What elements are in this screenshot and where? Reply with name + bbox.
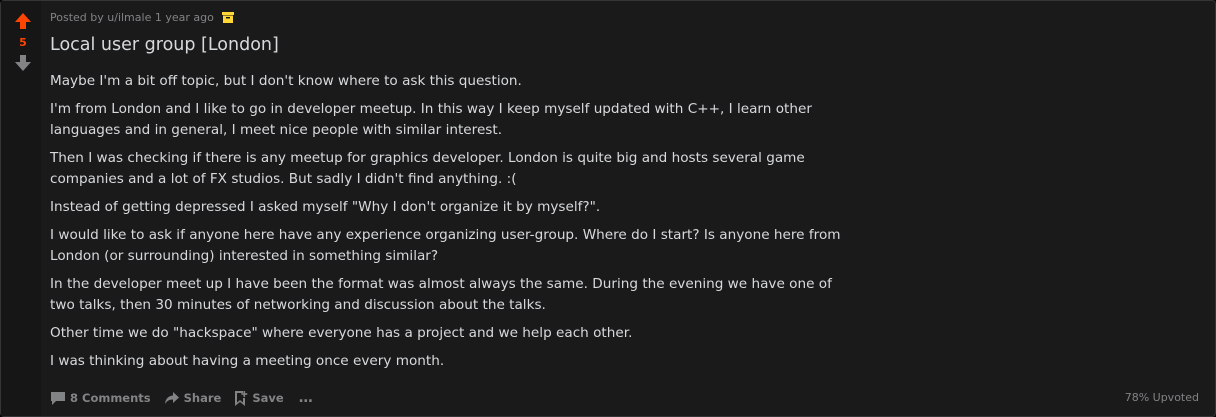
post-paragraph: Other time we do "hackspace" where every…: [50, 325, 633, 341]
archive-icon: [222, 12, 235, 23]
share-label: Share: [183, 391, 222, 405]
post-body: Maybe I'm a bit off topic, but I don't k…: [50, 71, 860, 379]
upvote-ratio: 78% Upvoted: [1124, 391, 1199, 404]
save-button[interactable]: Save: [234, 390, 284, 406]
author-link[interactable]: u/ilmale: [107, 11, 151, 24]
post-paragraph: I was thinking about having a meeting on…: [50, 353, 445, 369]
post-meta: Posted by u/ilmale 1 year ago: [50, 11, 235, 24]
downvote-arrow-icon[interactable]: [13, 53, 33, 73]
post-title[interactable]: Local user group [London]: [50, 35, 279, 55]
share-icon: [164, 392, 179, 404]
posted-by-label: Posted by: [50, 11, 104, 24]
more-options-button[interactable]: …: [299, 390, 314, 406]
post-paragraph: I'm from London and I like to go in deve…: [50, 101, 812, 138]
post-paragraph: Instead of getting depressed I asked mys…: [50, 199, 601, 215]
comments-label: 8 Comments: [70, 391, 151, 405]
upvote-arrow-icon[interactable]: [13, 11, 33, 31]
comment-icon: [51, 392, 65, 405]
comments-button[interactable]: 8 Comments: [50, 390, 151, 406]
more-options-icon: …: [298, 390, 314, 406]
vote-count: 5: [19, 36, 27, 49]
save-label: Save: [252, 391, 284, 405]
bookmark-plus-icon: [235, 391, 248, 406]
share-button[interactable]: Share: [164, 390, 222, 406]
post-actions: 8 Comments Share Save …: [50, 389, 314, 407]
post-paragraph: Then I was checking if there is any meet…: [50, 150, 805, 187]
post-age: 1 year ago: [154, 11, 214, 24]
post-paragraph: In the developer meet up I have been the…: [50, 276, 832, 313]
post-paragraph: I would like to ask if anyone here have …: [50, 227, 841, 264]
post-card: 5 Posted by u/ilmale 1 year ago Local us…: [0, 0, 1216, 417]
vote-column: 5: [1, 1, 41, 416]
post-paragraph: Maybe I'm a bit off topic, but I don't k…: [50, 73, 522, 89]
